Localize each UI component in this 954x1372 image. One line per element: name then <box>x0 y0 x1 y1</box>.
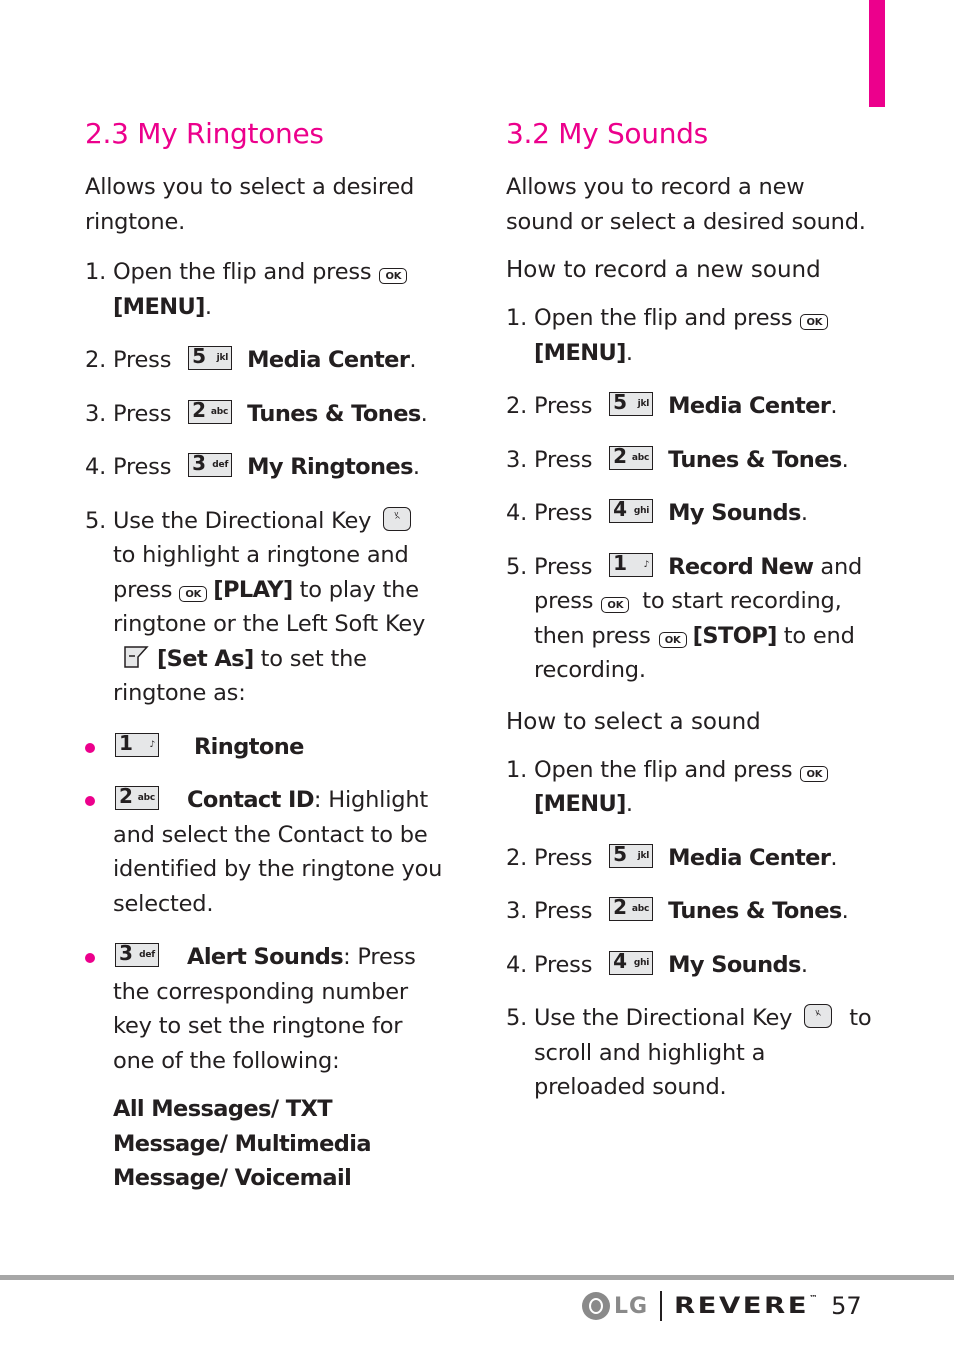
section-intro: Allows you to record a new sound or sele… <box>506 174 866 235</box>
section-title: 2.3 My Ringtones <box>85 117 324 150</box>
page-number: 57 <box>831 1292 862 1320</box>
select-step-1: 1. Open the flip and press OK [MENU]. <box>506 753 876 822</box>
key-3-icon: 3 def <box>188 451 233 477</box>
ok-key-icon: OK <box>658 631 687 648</box>
key-5-icon: 5 jkl <box>188 344 233 370</box>
record-step-4: 4. Press 4 ghi My Sounds. <box>506 497 808 526</box>
ok-key-icon: OK <box>800 765 829 782</box>
record-step-3: 3. Press 2 abc Tunes & Tones. <box>506 443 849 473</box>
key-4-icon: 4 ghi <box>609 949 654 975</box>
select-step-2: 2. Press 5 jkl Media Center. <box>506 841 838 871</box>
key-1-icon: 1 ♪ <box>609 551 654 577</box>
ok-key-icon: OK <box>379 268 408 284</box>
key-3-icon: 3 def <box>115 941 159 967</box>
bullet-dot <box>85 953 95 963</box>
footer: LG REVERE™ 57 <box>582 1288 862 1324</box>
lg-logo-icon <box>582 1292 610 1320</box>
section-my-ringtones: 2.3 My Ringtones Allows you to select a … <box>85 112 445 1215</box>
key-2-icon: 2 abc <box>609 895 654 921</box>
key-4-icon: 4 ghi <box>609 497 654 523</box>
key-2-icon: 2 abc <box>188 398 233 424</box>
section-title: 3.2 My Sounds <box>506 117 708 150</box>
key-1-icon: 1 ♪ <box>115 731 159 757</box>
record-step-5: 5. Press 1 ♪ Record New and press OK to st… <box>506 550 863 684</box>
key-2-icon: 2 abc <box>609 444 654 470</box>
alert-types-list: All Messages/ TXT Message/ Multimedia Me… <box>113 1096 372 1191</box>
key-2-icon: 2 abc <box>115 784 159 810</box>
key-5-icon: 5 jkl <box>609 390 654 416</box>
record-step-1: 1. Open the flip and press OK [MENU]. <box>506 301 876 370</box>
step-1: 1. Open the flip and press OK [MENU]. <box>85 255 445 324</box>
select-step-4: 4. Press 4 ghi My Sounds. <box>506 948 808 978</box>
bullet-dot <box>85 742 95 753</box>
directional-key-icon <box>383 497 412 537</box>
ok-key-icon: OK <box>800 314 829 330</box>
footer-divider <box>660 1291 663 1321</box>
directional-key-icon <box>804 995 833 1035</box>
chapter-tab-marker <box>869 0 885 107</box>
left-soft-key-icon <box>124 645 149 668</box>
bullet-contact-id: 2 abc Contact ID: Highlight and select the… <box>85 783 445 921</box>
bullet-ringtone: 1 ♪ Ringtone <box>85 730 445 765</box>
step-3: 3. Press 2 abc Tunes & Tones. <box>85 397 428 427</box>
bullet-dot <box>85 796 95 806</box>
footer-rule <box>0 1275 954 1280</box>
key-5-icon: 5 jkl <box>609 842 654 868</box>
section-intro: Allows you to select a desired ringtone. <box>85 174 415 235</box>
ok-key-icon: OK <box>179 585 208 602</box>
bullet-alert-sounds: 3 def Alert Sounds: Press the correspondin… <box>85 940 445 1196</box>
lg-logo-text: LG <box>614 1293 649 1319</box>
select-step-5: 5. Use the Directional Key to scroll and… <box>506 995 876 1105</box>
step-4: 4. Press 3 def My Ringtones. <box>85 451 420 480</box>
select-heading: How to select a sound <box>506 708 761 735</box>
step-5: 5. Use the Directional Key to highlight … <box>85 497 445 711</box>
step-2: 2. Press 5 jkl Media Center. <box>85 344 417 373</box>
section-my-sounds: 3.2 My Sounds Allows you to record a new… <box>506 112 876 1124</box>
select-step-3: 3. Press 2 abc Tunes & Tones. <box>506 895 849 924</box>
ok-key-icon: OK <box>601 597 630 613</box>
record-step-2: 2. Press 5 jkl Media Center. <box>506 390 838 419</box>
brand-name: REVERE™ <box>674 1293 821 1319</box>
record-heading: How to record a new sound <box>506 257 821 283</box>
